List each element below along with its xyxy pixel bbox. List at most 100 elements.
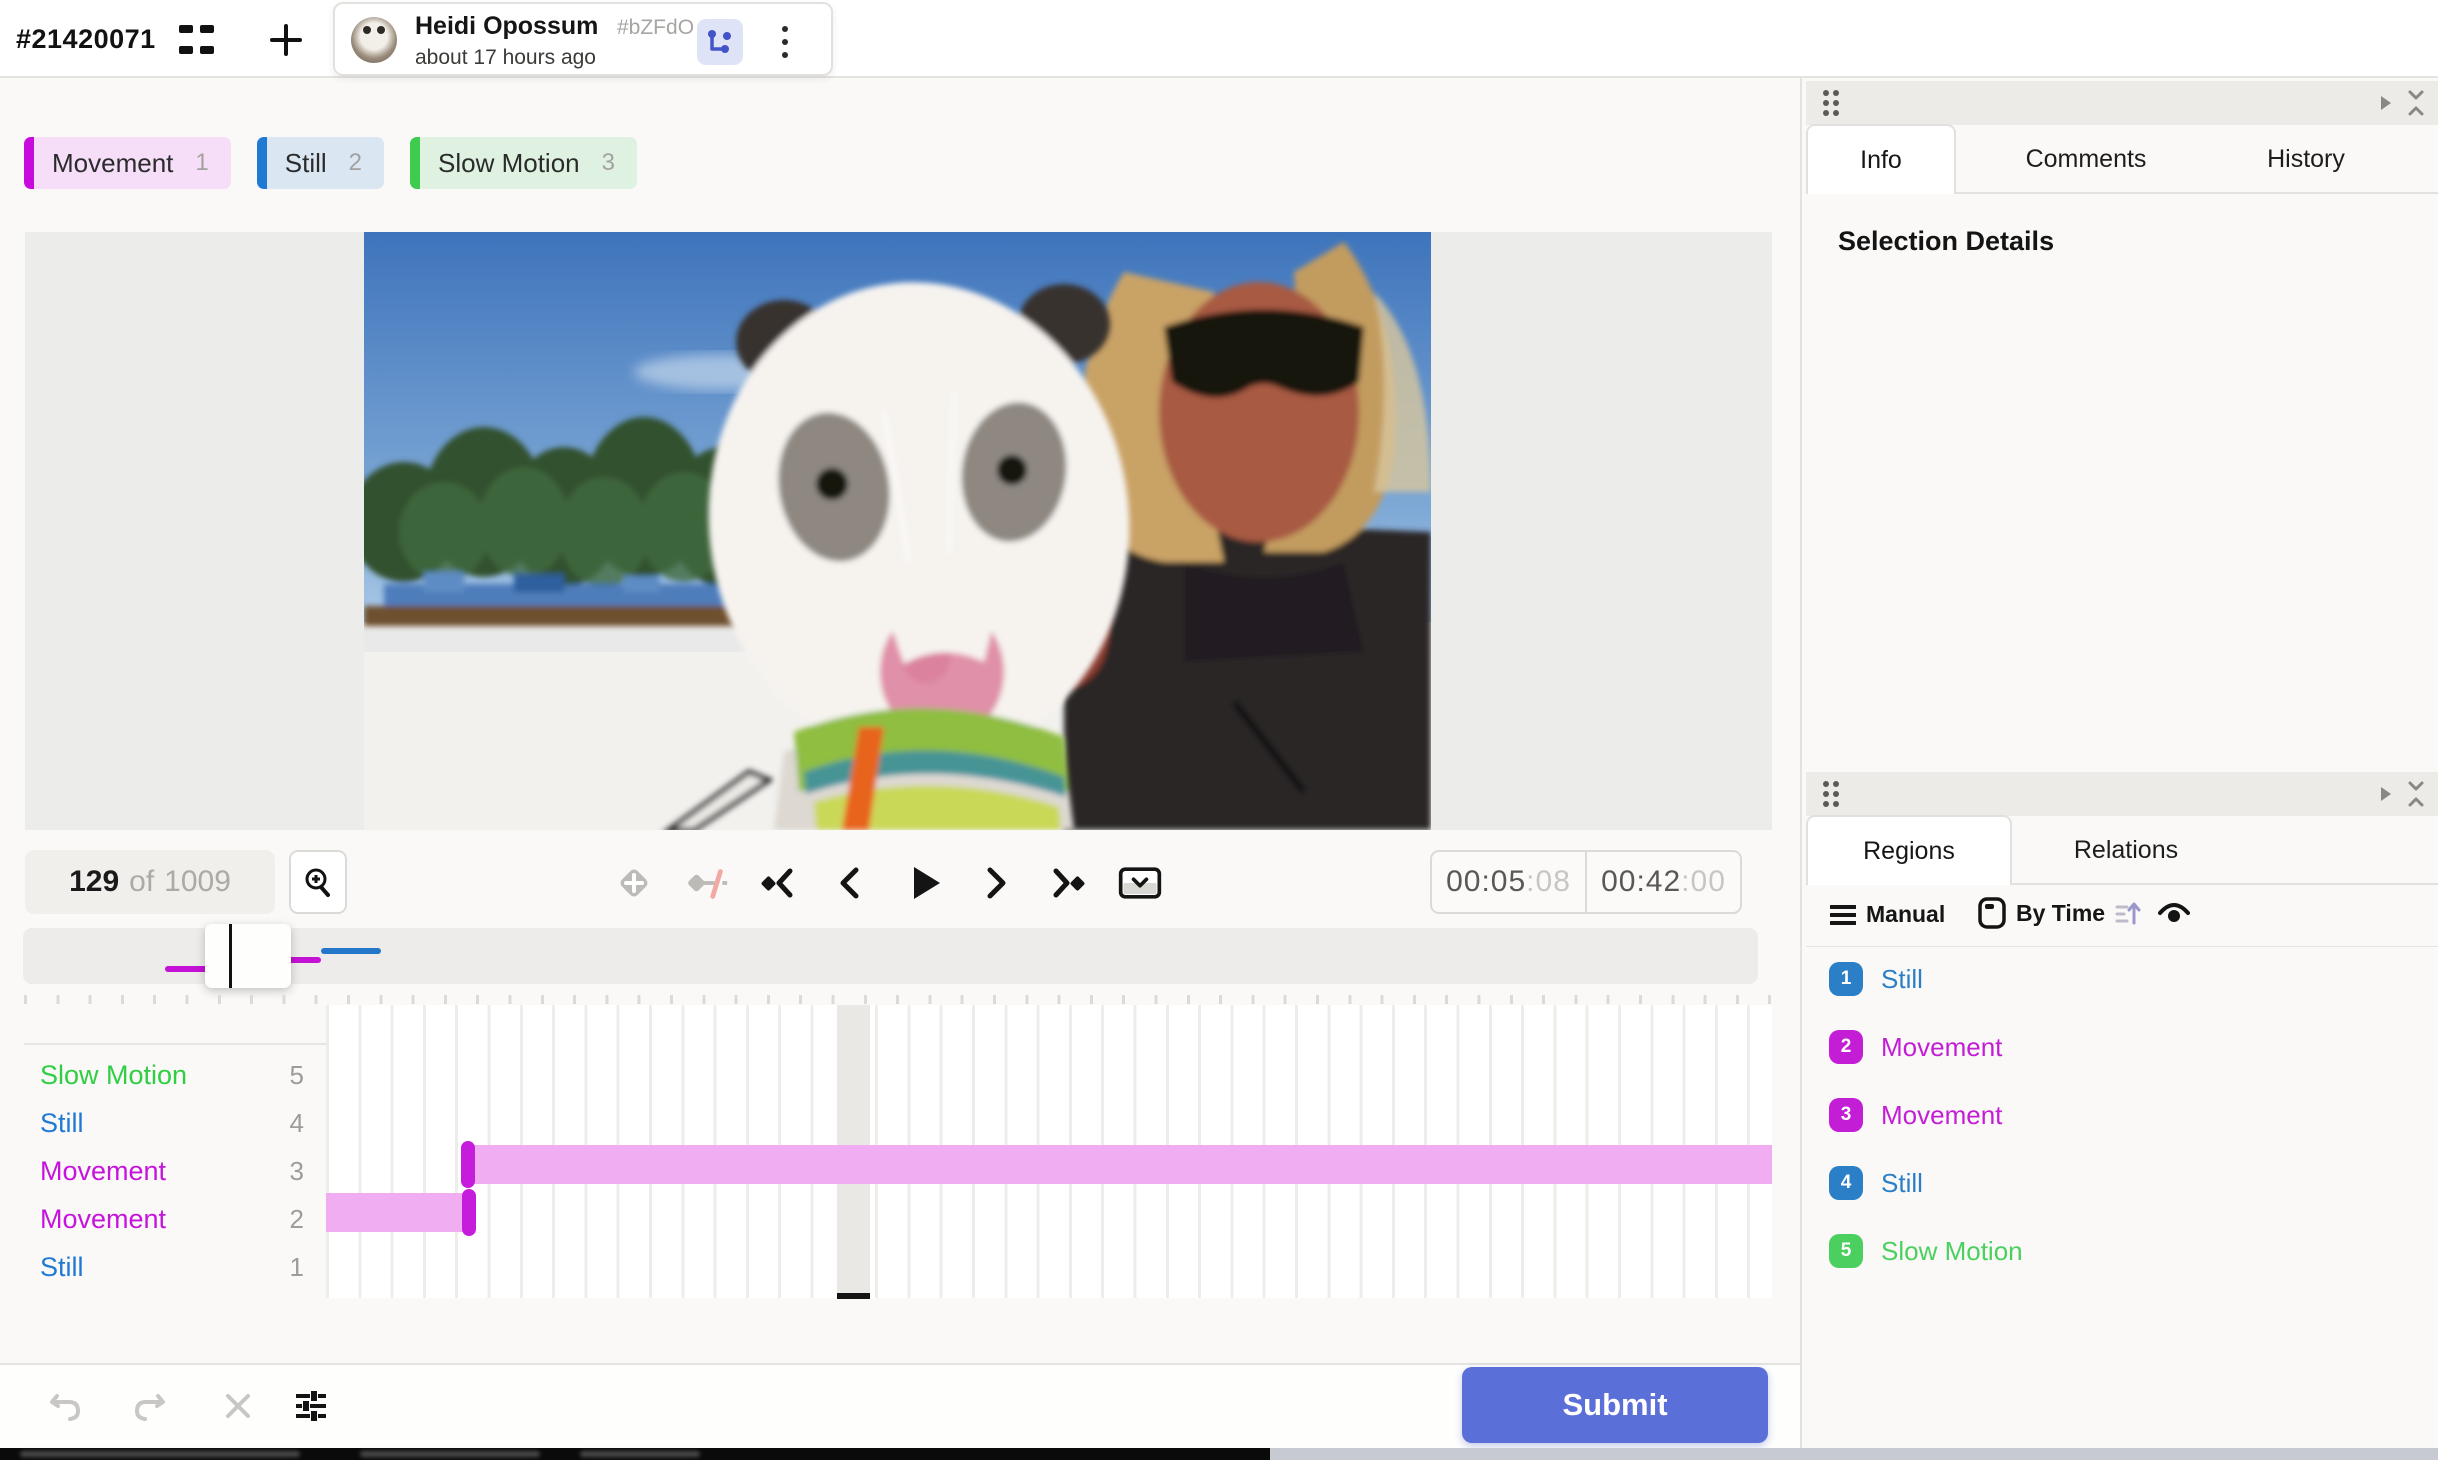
track-row-movement[interactable]: Movement 3 (24, 1147, 326, 1195)
region-bar-movement-3[interactable] (474, 1145, 1772, 1184)
group-manual-label: Manual (1866, 901, 1946, 927)
timeline-minimap[interactable] (23, 924, 1758, 988)
track-row-still[interactable]: Still 1 (24, 1243, 326, 1291)
delete-region-icon[interactable] (216, 1384, 260, 1428)
frame-counter[interactable]: 129 of 1009 (25, 850, 275, 914)
next-keyframe-icon[interactable] (1044, 860, 1090, 906)
eye-icon (2158, 903, 2190, 922)
region-number-badge: 1 (1829, 962, 1863, 996)
minimap-segment-still[interactable] (321, 948, 381, 954)
prev-keyframe-icon[interactable] (756, 860, 802, 906)
collapse-panel-icon[interactable] (2406, 780, 2426, 808)
video-labeling-app: #21420071 Heidi Opossum #bZFdO about 17 … (0, 0, 2438, 1460)
region-label: Movement (1881, 1031, 2003, 1062)
add-annotation-icon[interactable] (268, 22, 304, 58)
region-item-2[interactable]: 2 Movement (1829, 1030, 2002, 1064)
tab-comments[interactable]: Comments (1996, 124, 2176, 194)
region-bar-movement-2[interactable] (326, 1193, 466, 1232)
region-bar-start-handle[interactable] (461, 1141, 475, 1188)
selection-details-heading: Selection Details (1838, 226, 2055, 256)
ground-truth-icon[interactable] (697, 19, 743, 65)
label-color-bar (410, 137, 421, 189)
track-number: 5 (289, 1059, 304, 1090)
track-row-movement[interactable]: Movement 2 (24, 1195, 326, 1243)
collapse-panel-icon[interactable] (2406, 89, 2426, 117)
label-color-bar (24, 137, 34, 189)
region-item-5[interactable]: 5 Slow Motion (1829, 1234, 2023, 1268)
track-number: 1 (289, 1251, 304, 1282)
settings-sliders-icon[interactable] (289, 1384, 333, 1428)
submit-button[interactable]: Submit (1462, 1367, 1768, 1443)
minimap-viewport[interactable] (205, 924, 291, 988)
tab-history[interactable]: History (2226, 124, 2386, 194)
add-keyframe-icon[interactable] (611, 860, 657, 906)
track-labels-panel: Slow Motion 5 Still 4 Movement 3 Movemen… (24, 1043, 326, 1297)
regions-tabs: Regions Relations (1806, 815, 2438, 885)
playhead-seek-handle[interactable] (837, 1293, 870, 1299)
video-letterbox (25, 232, 1772, 830)
avatar (351, 17, 397, 63)
grid-view-icon[interactable] (178, 22, 214, 58)
task-id: #21420071 (16, 24, 156, 54)
redo-icon[interactable] (128, 1384, 172, 1428)
tab-relations[interactable]: Relations (2046, 815, 2206, 885)
background-video-bar (0, 1448, 1270, 1460)
current-time-main: 00:05 (1446, 865, 1527, 898)
undo-icon[interactable] (43, 1384, 87, 1428)
top-header: #21420071 Heidi Opossum #bZFdO about 17 … (0, 0, 2438, 78)
zoom-in-button[interactable] (289, 850, 347, 914)
label-chip-movement[interactable]: Movement 1 (24, 137, 231, 189)
label-hotkey: 2 (348, 149, 363, 176)
label-hotkey: 3 (601, 149, 615, 176)
group-manual-button[interactable]: Manual (1830, 901, 1945, 928)
region-label: Slow Motion (1881, 1235, 2023, 1266)
region-number-badge: 2 (1829, 1030, 1863, 1064)
track-row-slow-motion[interactable]: Slow Motion 5 (24, 1051, 326, 1099)
region-item-1[interactable]: 1 Still (1829, 962, 1923, 996)
kebab-menu-icon[interactable] (773, 18, 797, 66)
tab-info[interactable]: Info (1806, 124, 1956, 194)
track-label: Still (40, 1107, 84, 1138)
tab-regions[interactable]: Regions (1806, 815, 2012, 885)
label-chip-slow-motion[interactable]: Slow Motion 3 (410, 137, 637, 189)
annotation-time: about 17 hours ago (415, 46, 596, 69)
region-item-4[interactable]: 4 Still (1829, 1166, 1923, 1200)
expand-panel-icon[interactable] (2378, 94, 2394, 112)
label-chip-still[interactable]: Still 2 (256, 137, 385, 189)
annotation-uid: #bZFdO (617, 16, 695, 39)
video-frame[interactable] (364, 232, 1431, 830)
background-window-strip (0, 1448, 2438, 1460)
region-label: Still (1881, 1167, 1923, 1198)
frame-ruler[interactable] (24, 995, 1772, 1004)
total-time: 00:42 :00 (1587, 852, 1740, 912)
current-frame: 129 (69, 865, 120, 898)
toggle-interpolation-icon[interactable] (684, 860, 730, 906)
order-by-time-button[interactable]: By Time (1978, 897, 2141, 929)
frame-of-label: of (129, 865, 155, 898)
expand-panel-icon[interactable] (2378, 785, 2394, 803)
prev-frame-icon[interactable] (828, 860, 874, 906)
drag-handle-icon[interactable] (1823, 90, 1841, 116)
drag-handle-icon[interactable] (1823, 781, 1841, 807)
label-hotkey: 1 (195, 149, 209, 176)
annotation-card[interactable]: Heidi Opossum #bZFdO about 17 hours ago (333, 2, 833, 76)
label-color-bar (256, 137, 267, 189)
total-frames: 1009 (164, 865, 231, 898)
timeline-grid[interactable] (326, 1005, 1772, 1299)
current-time: 00:05 :08 (1432, 852, 1587, 912)
total-time-main: 00:42 (1601, 865, 1682, 898)
order-by-time-label: By Time (2016, 899, 2106, 926)
track-number: 3 (289, 1155, 304, 1186)
minimap-playhead[interactable] (229, 924, 232, 988)
panel-divider[interactable] (1800, 78, 1802, 1448)
region-label: Movement (1881, 1099, 2003, 1130)
region-item-3[interactable]: 3 Movement (1829, 1098, 2002, 1132)
play-icon[interactable] (901, 860, 947, 906)
region-bar-end-handle[interactable] (462, 1189, 476, 1236)
next-frame-icon[interactable] (972, 860, 1018, 906)
toggle-visibility-button[interactable] (2158, 903, 2190, 927)
track-row-still[interactable]: Still 4 (24, 1099, 326, 1147)
toggle-timeline-panel-icon[interactable] (1117, 860, 1163, 906)
track-label: Movement (40, 1155, 167, 1186)
region-number-badge: 5 (1829, 1234, 1863, 1268)
